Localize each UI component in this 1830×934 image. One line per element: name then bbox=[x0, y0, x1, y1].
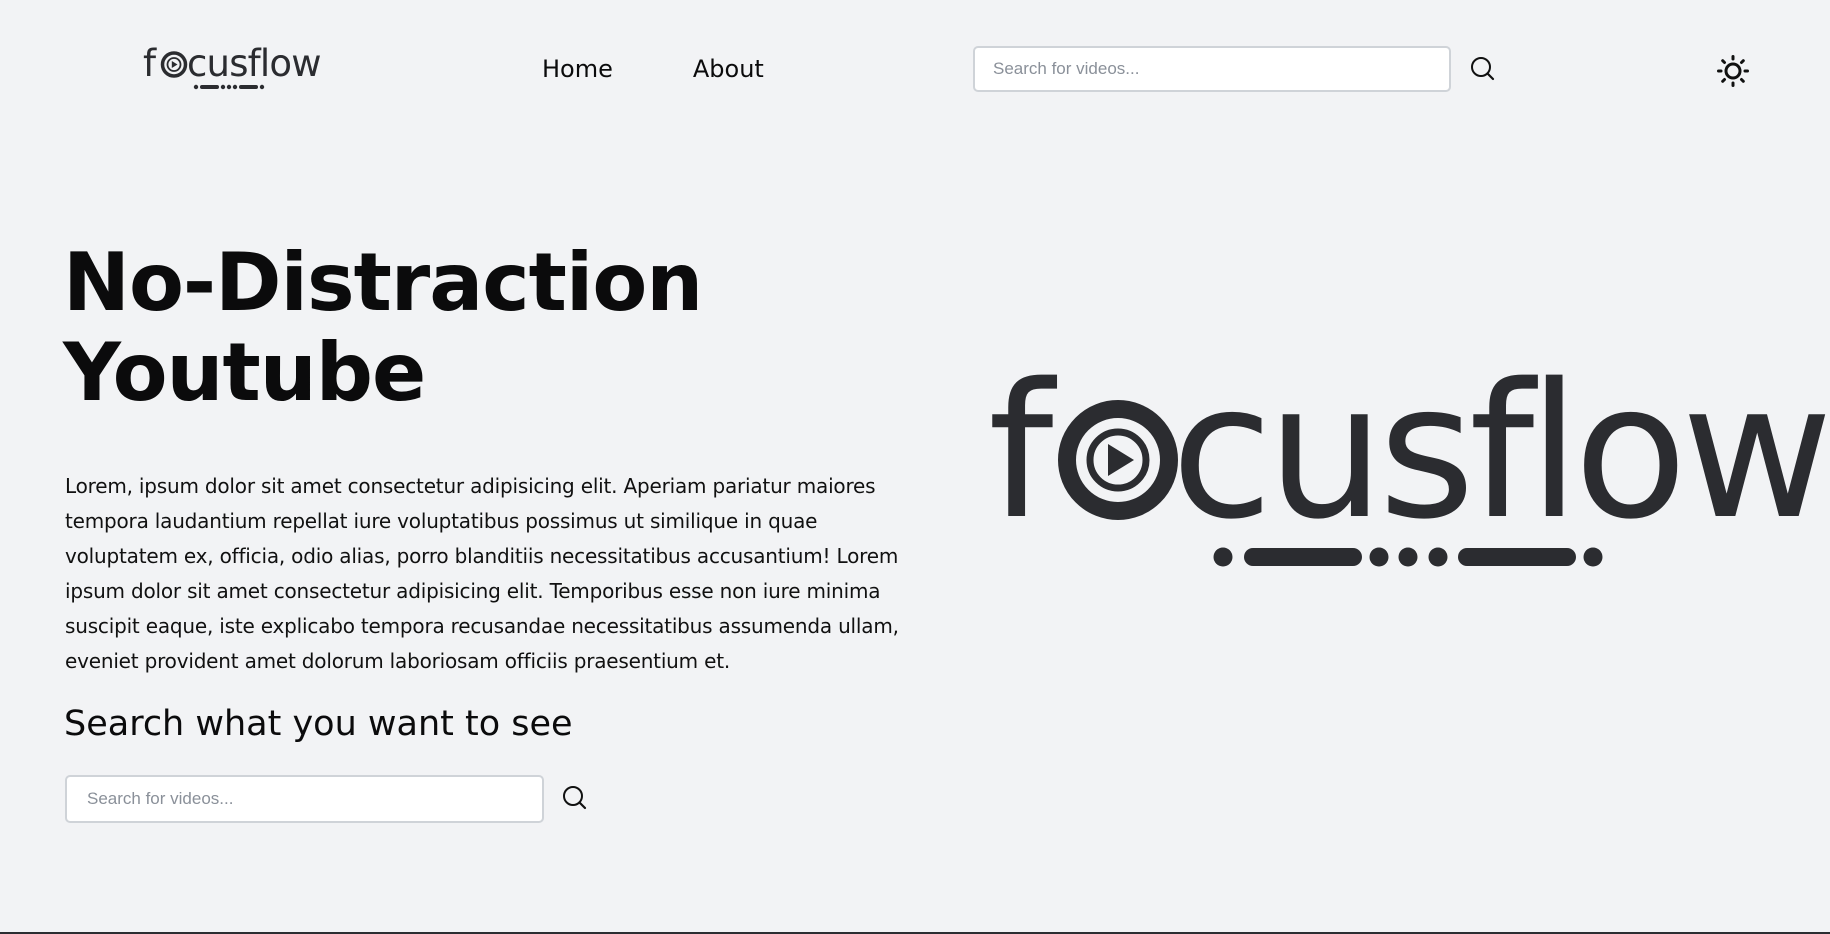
hero-title-line2: Youtube bbox=[63, 326, 426, 419]
nav-home-link[interactable]: Home bbox=[542, 52, 613, 86]
site-header: f cusflow Home About bbox=[0, 0, 1830, 140]
header-search-input[interactable] bbox=[973, 46, 1451, 92]
hero-logo-text-f: f bbox=[988, 360, 1058, 560]
brand-text-f: f bbox=[143, 42, 157, 85]
search-heading: Search what you want to see bbox=[64, 704, 573, 744]
header-search-button[interactable] bbox=[1468, 54, 1498, 84]
hero-logo-text-cusflow: cusflow bbox=[1171, 360, 1827, 560]
search-icon bbox=[563, 786, 587, 810]
hero-title-line1: No-Distraction bbox=[63, 236, 703, 329]
nav-about-link[interactable]: About bbox=[693, 52, 764, 86]
main-search-input[interactable] bbox=[65, 775, 544, 823]
sun-icon bbox=[1717, 55, 1749, 87]
hero-title: No-Distraction Youtube bbox=[63, 238, 843, 418]
focusflow-logo: f cusflow bbox=[143, 42, 321, 90]
main-search-button[interactable] bbox=[560, 783, 590, 813]
brand-text-cusflow: cusflow bbox=[187, 42, 321, 85]
search-icon bbox=[1471, 57, 1495, 81]
hero-description: Lorem, ipsum dolor sit amet consectetur … bbox=[65, 474, 899, 673]
main-nav: Home About bbox=[542, 52, 764, 86]
brand-logo-link[interactable]: f cusflow bbox=[143, 42, 328, 94]
theme-toggle-button[interactable] bbox=[1716, 54, 1750, 88]
hero-logo-image: f cusflow bbox=[988, 360, 1830, 567]
